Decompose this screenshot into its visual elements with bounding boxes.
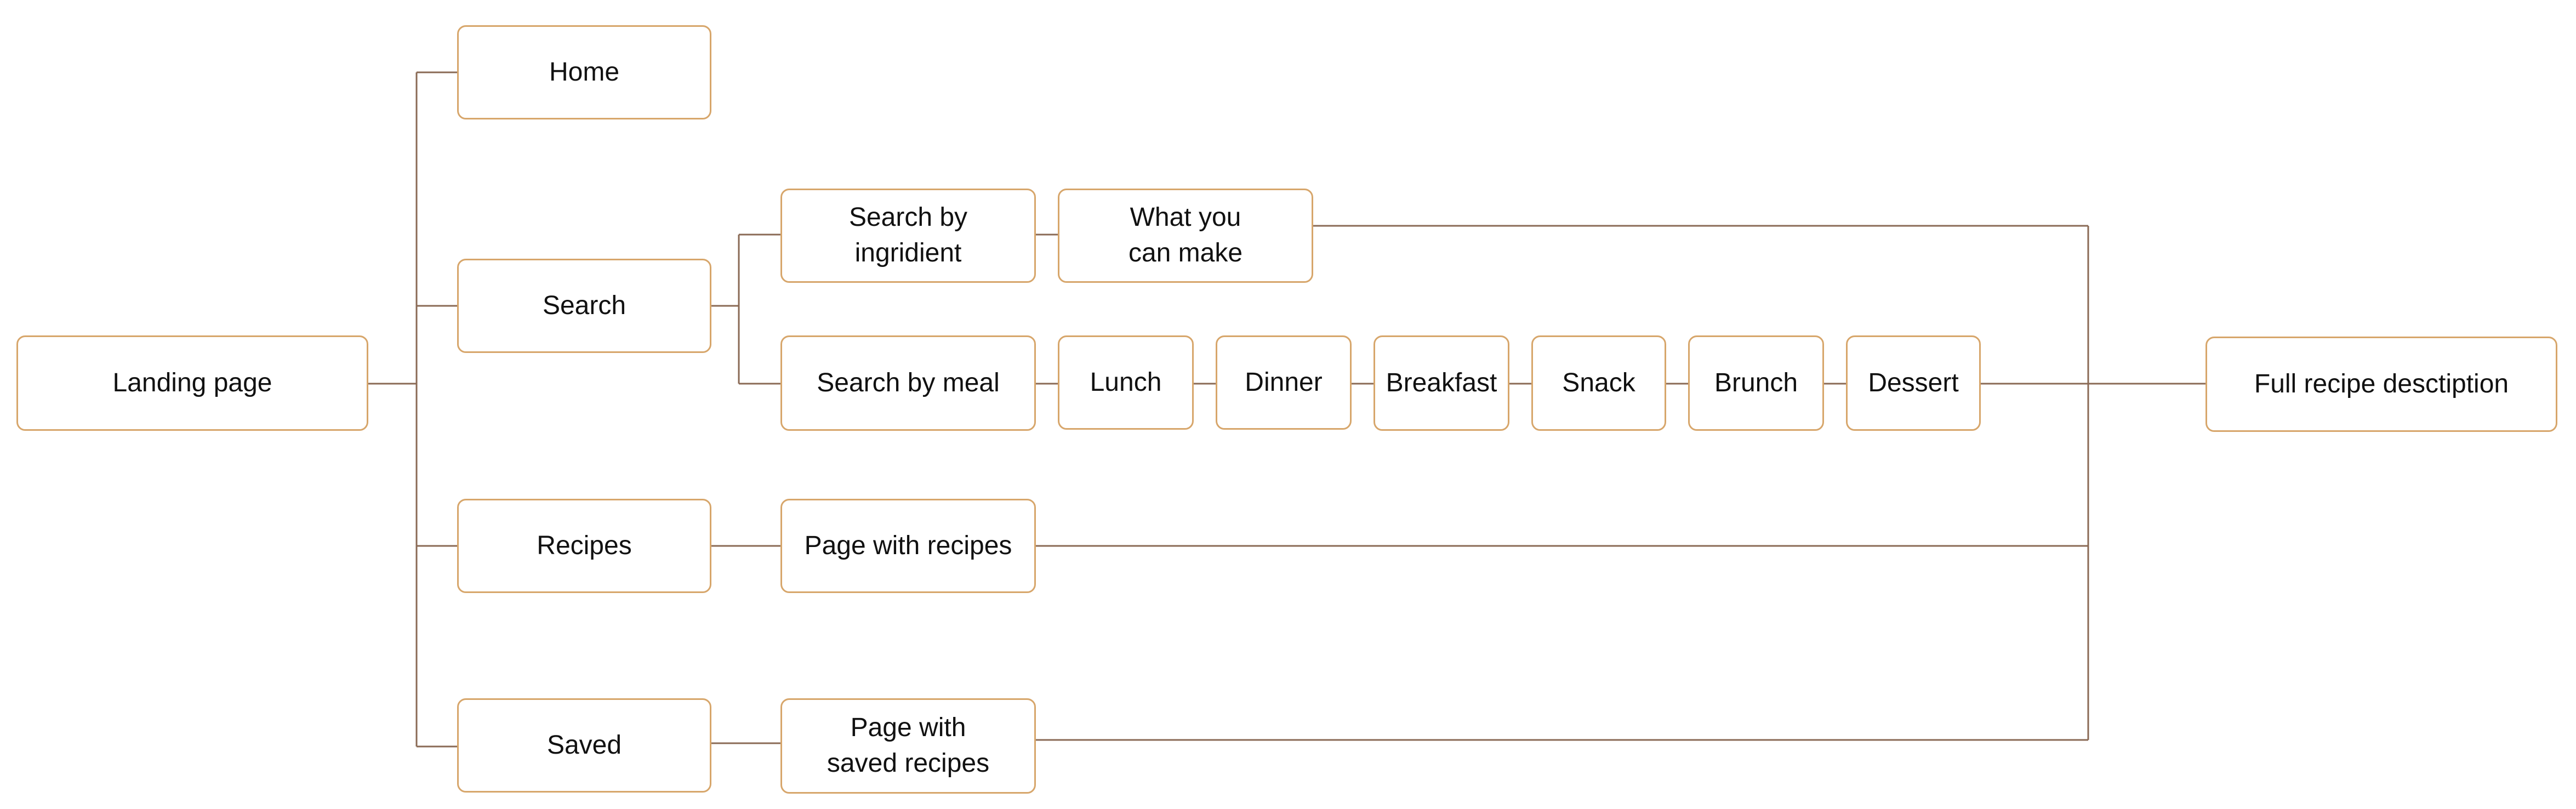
- node-saved: Saved: [457, 698, 711, 793]
- node-snack: Snack: [1531, 335, 1666, 431]
- node-search-by-ingredient: Search by ingridient: [780, 189, 1036, 283]
- node-search-by-meal: Search by meal: [780, 335, 1036, 431]
- sitemap-diagram: Landing page Home Search Recipes Saved S…: [0, 0, 2576, 809]
- node-lunch: Lunch: [1058, 335, 1194, 430]
- node-recipes: Recipes: [457, 499, 711, 593]
- node-full-recipe-description: Full recipe desctiption: [2205, 337, 2557, 432]
- node-dinner: Dinner: [1216, 335, 1352, 430]
- node-what-you-can-make: What you can make: [1058, 189, 1313, 283]
- node-landing-page: Landing page: [16, 335, 368, 431]
- node-dessert: Dessert: [1846, 335, 1981, 431]
- node-home: Home: [457, 25, 711, 119]
- node-search: Search: [457, 259, 711, 353]
- node-breakfast: Breakfast: [1374, 335, 1509, 431]
- node-brunch: Brunch: [1688, 335, 1824, 431]
- node-page-with-saved-recipes: Page with saved recipes: [780, 698, 1036, 794]
- node-page-with-recipes: Page with recipes: [780, 499, 1036, 593]
